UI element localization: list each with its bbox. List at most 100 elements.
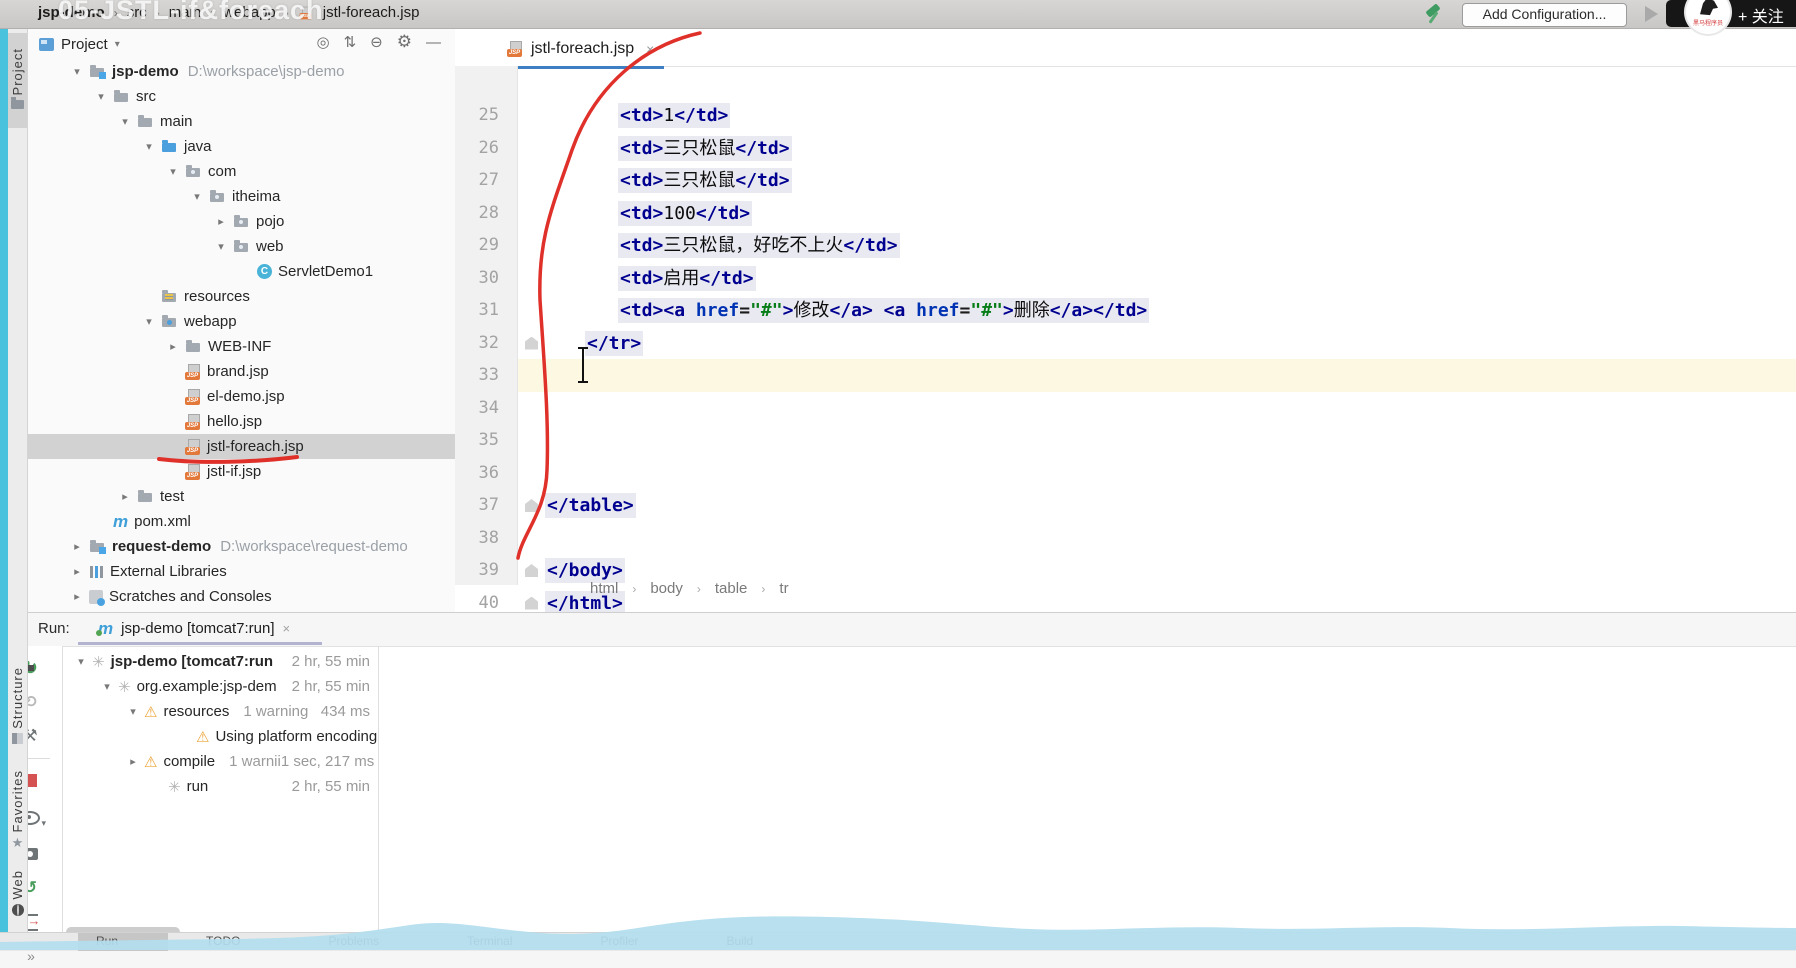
fold-marker-icon[interactable] [525, 564, 538, 577]
line-number-25: 25 [478, 105, 499, 125]
expand-collapse-icon[interactable]: ⇅ [344, 33, 357, 51]
gear-icon[interactable]: ⚙ [397, 32, 412, 52]
code-line-25[interactable]: <td>1</td> [618, 99, 731, 132]
expand-chevron-icon[interactable]: ▸ [65, 540, 89, 553]
editor-breadcrumb-body[interactable]: body [650, 580, 683, 597]
code-line-37[interactable]: </table> [545, 489, 636, 522]
code-line-30[interactable]: <td>启用</td> [618, 262, 756, 295]
folder-icon [137, 114, 154, 130]
fold-marker-icon[interactable] [525, 499, 538, 512]
tree-item-el-demo.jsp[interactable]: JSP el-demo.jsp [27, 384, 455, 409]
tree-item-itheima[interactable]: ▾ itheima [27, 184, 455, 209]
tree-item-java[interactable]: ▾ java [27, 134, 455, 159]
expand-chevron-icon[interactable]: ▸ [209, 215, 233, 228]
fold-marker-icon[interactable] [525, 336, 538, 350]
statusbar-item-profiler[interactable]: Profiler [601, 934, 639, 948]
tree-item-jstl-foreach.jsp[interactable]: JSP jstl-foreach.jsp [27, 434, 455, 459]
run-tree-item-compile[interactable]: ▸ ⚠ compile 1 warnii 1 sec, 217 ms [63, 749, 378, 774]
expand-chevron-icon[interactable]: ▾ [209, 240, 233, 253]
close-run-tab-icon[interactable]: × [283, 621, 291, 636]
tree-item-brand.jsp[interactable]: JSP brand.jsp [27, 359, 455, 384]
editor-breadcrumb-table[interactable]: table [715, 580, 748, 597]
elapsed-time: 434 ms [320, 703, 370, 720]
statusbar-item-problems[interactable]: Problems [328, 934, 379, 948]
build-hammer-icon[interactable] [1424, 3, 1446, 25]
editor-breadcrumb-html[interactable]: html [590, 580, 618, 597]
add-configuration-button[interactable]: Add Configuration... [1462, 3, 1627, 27]
tree-item-main[interactable]: ▾ main [27, 109, 455, 134]
expand-chevron-icon[interactable]: ▸ [65, 590, 89, 603]
code-line-27[interactable]: <td>三只松鼠</td> [618, 164, 792, 197]
expand-chevron-icon[interactable]: ▾ [122, 705, 144, 718]
locate-file-icon[interactable]: ◎ [317, 33, 330, 51]
toolwindow-tab-web[interactable]: Web [8, 862, 27, 928]
statusbar-item-build[interactable]: Build [727, 934, 754, 948]
expand-chevron-icon[interactable]: ▾ [161, 165, 185, 178]
tree-item-label: jsp-demo [112, 63, 179, 80]
run-tree-item-jsp-demo[interactable]: ▾ ✳ jsp-demo [tomcat7:run 2 hr, 55 min [63, 649, 378, 674]
statusbar-item-terminal[interactable]: Terminal [467, 934, 512, 948]
run-tree-item-Using[interactable]: ⚠ Using platform encoding ( [63, 724, 378, 749]
code-line-28[interactable]: <td>100</td> [618, 197, 753, 230]
expand-chevron-icon[interactable]: ▾ [137, 140, 161, 153]
expand-chevron-icon[interactable]: ▸ [122, 755, 144, 768]
tree-item-hello.jsp[interactable]: JSP hello.jsp [27, 409, 455, 434]
project-panel-title[interactable]: Project [61, 36, 108, 53]
tree-item-webapp[interactable]: ▾ webapp [27, 309, 455, 334]
toolwindow-tab-favorites[interactable]: Favorites ★ [8, 770, 27, 852]
run-tab[interactable]: m jsp-demo [tomcat7:run] × [90, 617, 298, 640]
tree-item-label: el-demo.jsp [207, 388, 285, 405]
expand-chevron-icon[interactable]: ▾ [96, 680, 118, 693]
expand-chevron-icon[interactable]: ▾ [89, 90, 113, 103]
tree-item-test[interactable]: ▸ test [27, 484, 455, 509]
expand-chevron-icon[interactable]: ▾ [185, 190, 209, 203]
expand-chevron-icon[interactable]: ▸ [113, 490, 137, 503]
expand-chevron-icon[interactable]: ▸ [161, 340, 185, 353]
hide-panel-icon[interactable]: — [426, 34, 441, 51]
video-title-overlay: 05-JSTL-if&foreach [58, 0, 324, 25]
tree-item-request-demo[interactable]: ▸ request-demo D:\workspace\request-demo [27, 534, 455, 559]
run-tree-item-resources[interactable]: ▾ ⚠ resources 1 warning 434 ms [63, 699, 378, 724]
collapse-all-icon[interactable]: ⊖ [370, 33, 383, 51]
tree-item-pom.xml[interactable]: m pom.xml [27, 509, 455, 534]
run-play-icon[interactable] [1645, 6, 1658, 22]
tree-item-label: src [136, 88, 156, 105]
tree-item-jsp-demo[interactable]: ▾ jsp-demo D:\workspace\jsp-demo [27, 59, 455, 84]
fold-marker-icon[interactable] [525, 596, 538, 610]
titlebar-breadcrumb-jstl-foreach.jsp[interactable]: jstl-foreach.jsp [323, 4, 420, 21]
code-line-32[interactable]: </tr> [585, 327, 644, 360]
editor-area[interactable]: JSP jstl-foreach.jsp × 25 <td>1</td> 26 <td… [455, 28, 1796, 616]
code-text: </tr> [585, 330, 644, 356]
toolwindow-tab-project[interactable]: Project [8, 33, 27, 128]
chevron-down-icon[interactable]: ▾ [115, 39, 120, 50]
tree-item-External-Libraries[interactable]: ▸ External Libraries [27, 559, 455, 584]
run-panel-divider[interactable] [378, 646, 379, 941]
run-tree-item-org.example-jsp-dem[interactable]: ▾ ✳ org.example:jsp-dem 2 hr, 55 min [63, 674, 378, 699]
token-tag: </td> [735, 170, 790, 191]
editor-tab-jstl-foreach[interactable]: JSP jstl-foreach.jsp × [497, 32, 665, 69]
tree-item-src[interactable]: ▾ src [27, 84, 455, 109]
tree-item-web[interactable]: ▾ web [27, 234, 455, 259]
expand-chevron-icon[interactable]: ▸ [65, 565, 89, 578]
tree-item-jstl-if.jsp[interactable]: JSP jstl-if.jsp [27, 459, 455, 484]
code-line-31[interactable]: <td><a href="#">修改</a> <a href="#">删除</a… [618, 294, 1150, 327]
statusbar-item-todo[interactable]: TODO [206, 934, 240, 948]
editor-breadcrumb-tr[interactable]: tr [779, 580, 788, 597]
toolwindow-tab-structure[interactable]: Structure [8, 655, 27, 760]
run-tree-item-run[interactable]: ✳ run 2 hr, 55 min [63, 774, 378, 799]
tree-item-WEB-INF[interactable]: ▸ WEB-INF [27, 334, 455, 359]
expand-chevron-icon[interactable]: ▾ [113, 115, 137, 128]
expand-chevron-icon[interactable]: ▾ [65, 65, 89, 78]
tree-item-ServletDemo1[interactable]: C ServletDemo1 [27, 259, 455, 284]
tree-item-resources[interactable]: resources [27, 284, 455, 309]
tree-item-Scratches-and-Consoles[interactable]: ▸ Scratches and Consoles [27, 584, 455, 609]
statusbar-item-run[interactable]: Run [96, 934, 118, 948]
follow-button-label[interactable]: + 关注 [1738, 3, 1784, 27]
close-tab-icon[interactable]: × [646, 41, 654, 57]
expand-chevron-icon[interactable]: ▾ [70, 655, 92, 668]
tree-item-pojo[interactable]: ▸ pojo [27, 209, 455, 234]
code-line-26[interactable]: <td>三只松鼠</td> [618, 132, 792, 165]
expand-chevron-icon[interactable]: ▾ [137, 315, 161, 328]
tree-item-com[interactable]: ▾ com [27, 159, 455, 184]
code-line-29[interactable]: <td>三只松鼠，好吃不上火</td> [618, 229, 900, 262]
